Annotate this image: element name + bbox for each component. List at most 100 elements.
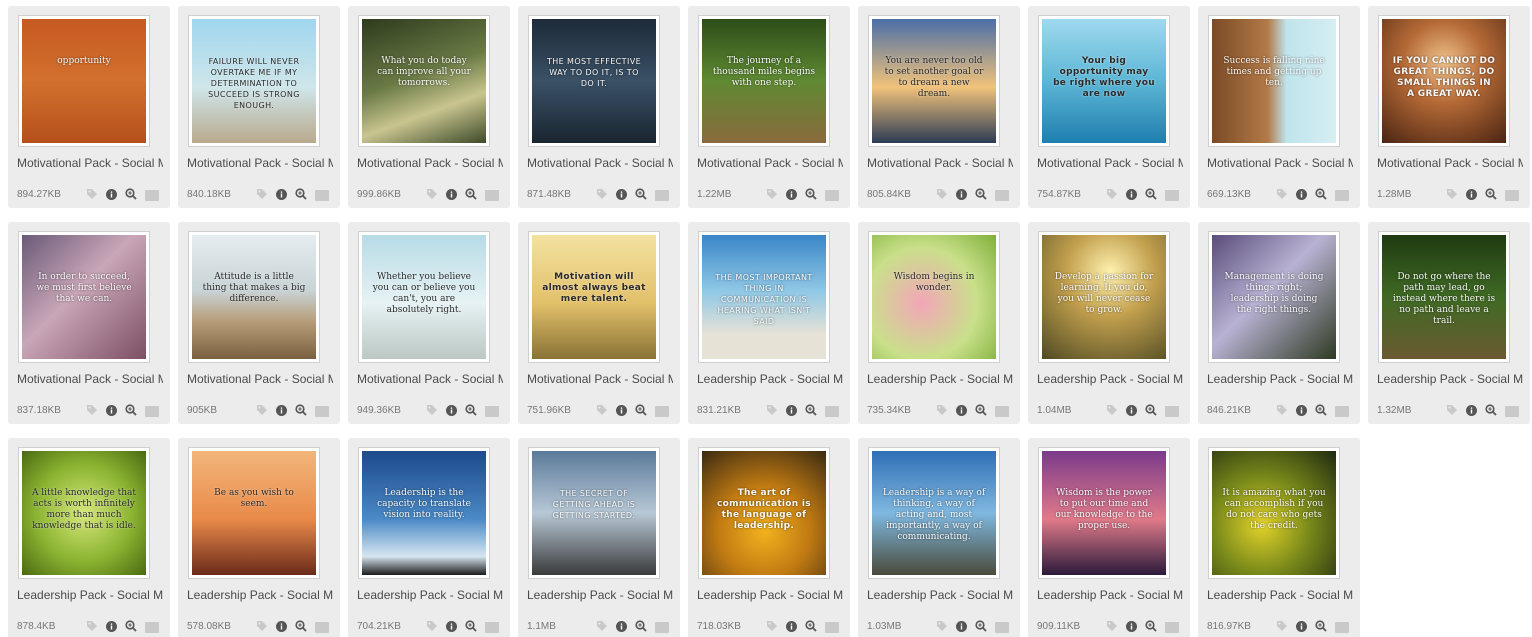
asset-card[interactable]: It is amazing what you can accomplish if… [1198, 438, 1360, 637]
info-icon[interactable] [1126, 187, 1137, 205]
zoom-in-icon[interactable] [1485, 187, 1497, 205]
asset-title[interactable]: Leadership Pack - Social Media [527, 588, 673, 602]
asset-card[interactable]: THE MOST EFFECTIVE WAY TO DO IT, IS TO D… [518, 6, 680, 208]
info-icon[interactable] [956, 403, 967, 421]
asset-title[interactable]: Motivational Pack - Social Media [1207, 156, 1353, 170]
tag-icon[interactable] [86, 187, 98, 205]
info-icon[interactable] [106, 619, 117, 637]
asset-card[interactable]: Attitude is a little thing that makes a … [178, 222, 340, 424]
image-icon[interactable] [315, 406, 329, 417]
asset-thumbnail[interactable]: Leadership is a way of thinking, a way o… [868, 447, 1000, 579]
info-icon[interactable] [1126, 619, 1137, 637]
zoom-in-icon[interactable] [125, 187, 137, 205]
image-icon[interactable] [995, 406, 1009, 417]
asset-title[interactable]: Motivational Pack - Social Media [357, 156, 503, 170]
tag-icon[interactable] [936, 619, 948, 637]
info-icon[interactable] [276, 619, 287, 637]
asset-card[interactable]: The journey of a thousand miles begins w… [688, 6, 850, 208]
zoom-in-icon[interactable] [1485, 403, 1497, 421]
zoom-in-icon[interactable] [125, 403, 137, 421]
info-icon[interactable] [276, 403, 287, 421]
asset-thumbnail[interactable]: Wisdom begins in wonder. [868, 231, 1000, 363]
zoom-in-icon[interactable] [295, 187, 307, 205]
tag-icon[interactable] [1446, 403, 1458, 421]
asset-thumbnail[interactable]: It is amazing what you can accomplish if… [1208, 447, 1340, 579]
asset-title[interactable]: Motivational Pack - Social Media [1377, 156, 1523, 170]
zoom-in-icon[interactable] [805, 619, 817, 637]
asset-card[interactable]: Success is falling nine times and gettin… [1198, 6, 1360, 208]
tag-icon[interactable] [426, 187, 438, 205]
asset-card[interactable]: Develop a passion for learning. If you d… [1028, 222, 1190, 424]
asset-thumbnail[interactable]: Whether you believe you can or believe y… [358, 231, 490, 363]
asset-card[interactable]: In order to succeed, we must first belie… [8, 222, 170, 424]
image-icon[interactable] [145, 406, 159, 417]
image-icon[interactable] [1335, 190, 1349, 201]
asset-card[interactable]: A little knowledge that acts is worth in… [8, 438, 170, 637]
asset-title[interactable]: Leadership Pack - Social Media [1377, 372, 1523, 386]
asset-card[interactable]: Whether you believe you can or believe y… [348, 222, 510, 424]
tag-icon[interactable] [1276, 403, 1288, 421]
info-icon[interactable] [956, 619, 967, 637]
asset-title[interactable]: Motivational Pack - Social Media [527, 372, 673, 386]
image-icon[interactable] [655, 622, 669, 633]
zoom-in-icon[interactable] [635, 619, 647, 637]
zoom-in-icon[interactable] [975, 187, 987, 205]
tag-icon[interactable] [256, 187, 268, 205]
asset-card[interactable]: Wisdom begins in wonder. Leadership Pack … [858, 222, 1020, 424]
image-icon[interactable] [315, 190, 329, 201]
asset-card[interactable]: What you do today can improve all your t… [348, 6, 510, 208]
asset-title[interactable]: Motivational Pack - Social Media [697, 156, 843, 170]
tag-icon[interactable] [1276, 187, 1288, 205]
tag-icon[interactable] [766, 619, 778, 637]
asset-card[interactable]: Do not go where the path may lead, go in… [1368, 222, 1530, 424]
asset-thumbnail[interactable]: FAILURE WILL NEVER OVERTAKE ME IF MY DET… [188, 15, 320, 147]
image-icon[interactable] [1165, 622, 1179, 633]
image-icon[interactable] [655, 190, 669, 201]
asset-title[interactable]: Leadership Pack - Social Media [1037, 372, 1183, 386]
asset-card[interactable]: THE SECRET OF GETTING AHEAD IS GETTING S… [518, 438, 680, 637]
image-icon[interactable] [315, 622, 329, 633]
asset-title[interactable]: Motivational Pack - Social Media [187, 156, 333, 170]
zoom-in-icon[interactable] [465, 187, 477, 205]
info-icon[interactable] [786, 187, 797, 205]
zoom-in-icon[interactable] [1315, 403, 1327, 421]
asset-title[interactable]: Leadership Pack - Social Media [357, 588, 503, 602]
info-icon[interactable] [446, 403, 457, 421]
asset-thumbnail[interactable]: THE MOST EFFECTIVE WAY TO DO IT, IS TO D… [528, 15, 660, 147]
asset-thumbnail[interactable]: Success is falling nine times and gettin… [1208, 15, 1340, 147]
info-icon[interactable] [1296, 403, 1307, 421]
asset-thumbnail[interactable]: Be as you wish to seem. [188, 447, 320, 579]
asset-thumbnail[interactable]: A little knowledge that acts is worth in… [18, 447, 150, 579]
asset-thumbnail[interactable]: Leadership is the capacity to translate … [358, 447, 490, 579]
asset-thumbnail[interactable]: IF YOU CANNOT DO GREAT THINGS, DO SMALL … [1378, 15, 1510, 147]
image-icon[interactable] [1335, 406, 1349, 417]
info-icon[interactable] [276, 187, 287, 205]
asset-thumbnail[interactable]: Management is doing things right; leader… [1208, 231, 1340, 363]
asset-card[interactable]: Motivation will almost always beat mere … [518, 222, 680, 424]
asset-thumbnail[interactable]: Your big opportunity may be right where … [1038, 15, 1170, 147]
asset-title[interactable]: Motivational Pack - Social Media [527, 156, 673, 170]
tag-icon[interactable] [1106, 403, 1118, 421]
asset-title[interactable]: Motivational Pack - Social Media [187, 372, 333, 386]
asset-title[interactable]: Leadership Pack - Social Media [1207, 372, 1353, 386]
asset-thumbnail[interactable]: The journey of a thousand miles begins w… [698, 15, 830, 147]
asset-thumbnail[interactable]: What you do today can improve all your t… [358, 15, 490, 147]
image-icon[interactable] [825, 190, 839, 201]
asset-thumbnail[interactable]: Do not go where the path may lead, go in… [1378, 231, 1510, 363]
image-icon[interactable] [825, 622, 839, 633]
asset-thumbnail[interactable]: opportunity [18, 15, 150, 147]
zoom-in-icon[interactable] [975, 403, 987, 421]
image-icon[interactable] [1505, 406, 1519, 417]
asset-card[interactable]: IF YOU CANNOT DO GREAT THINGS, DO SMALL … [1368, 6, 1530, 208]
info-icon[interactable] [786, 619, 797, 637]
zoom-in-icon[interactable] [295, 619, 307, 637]
tag-icon[interactable] [86, 403, 98, 421]
info-icon[interactable] [1466, 187, 1477, 205]
tag-icon[interactable] [426, 619, 438, 637]
asset-card[interactable]: Management is doing things right; leader… [1198, 222, 1360, 424]
asset-title[interactable]: Motivational Pack - Social Media [17, 156, 163, 170]
image-icon[interactable] [145, 622, 159, 633]
asset-title[interactable]: Leadership Pack - Social Media [867, 372, 1013, 386]
image-icon[interactable] [1165, 406, 1179, 417]
asset-thumbnail[interactable]: Attitude is a little thing that makes a … [188, 231, 320, 363]
